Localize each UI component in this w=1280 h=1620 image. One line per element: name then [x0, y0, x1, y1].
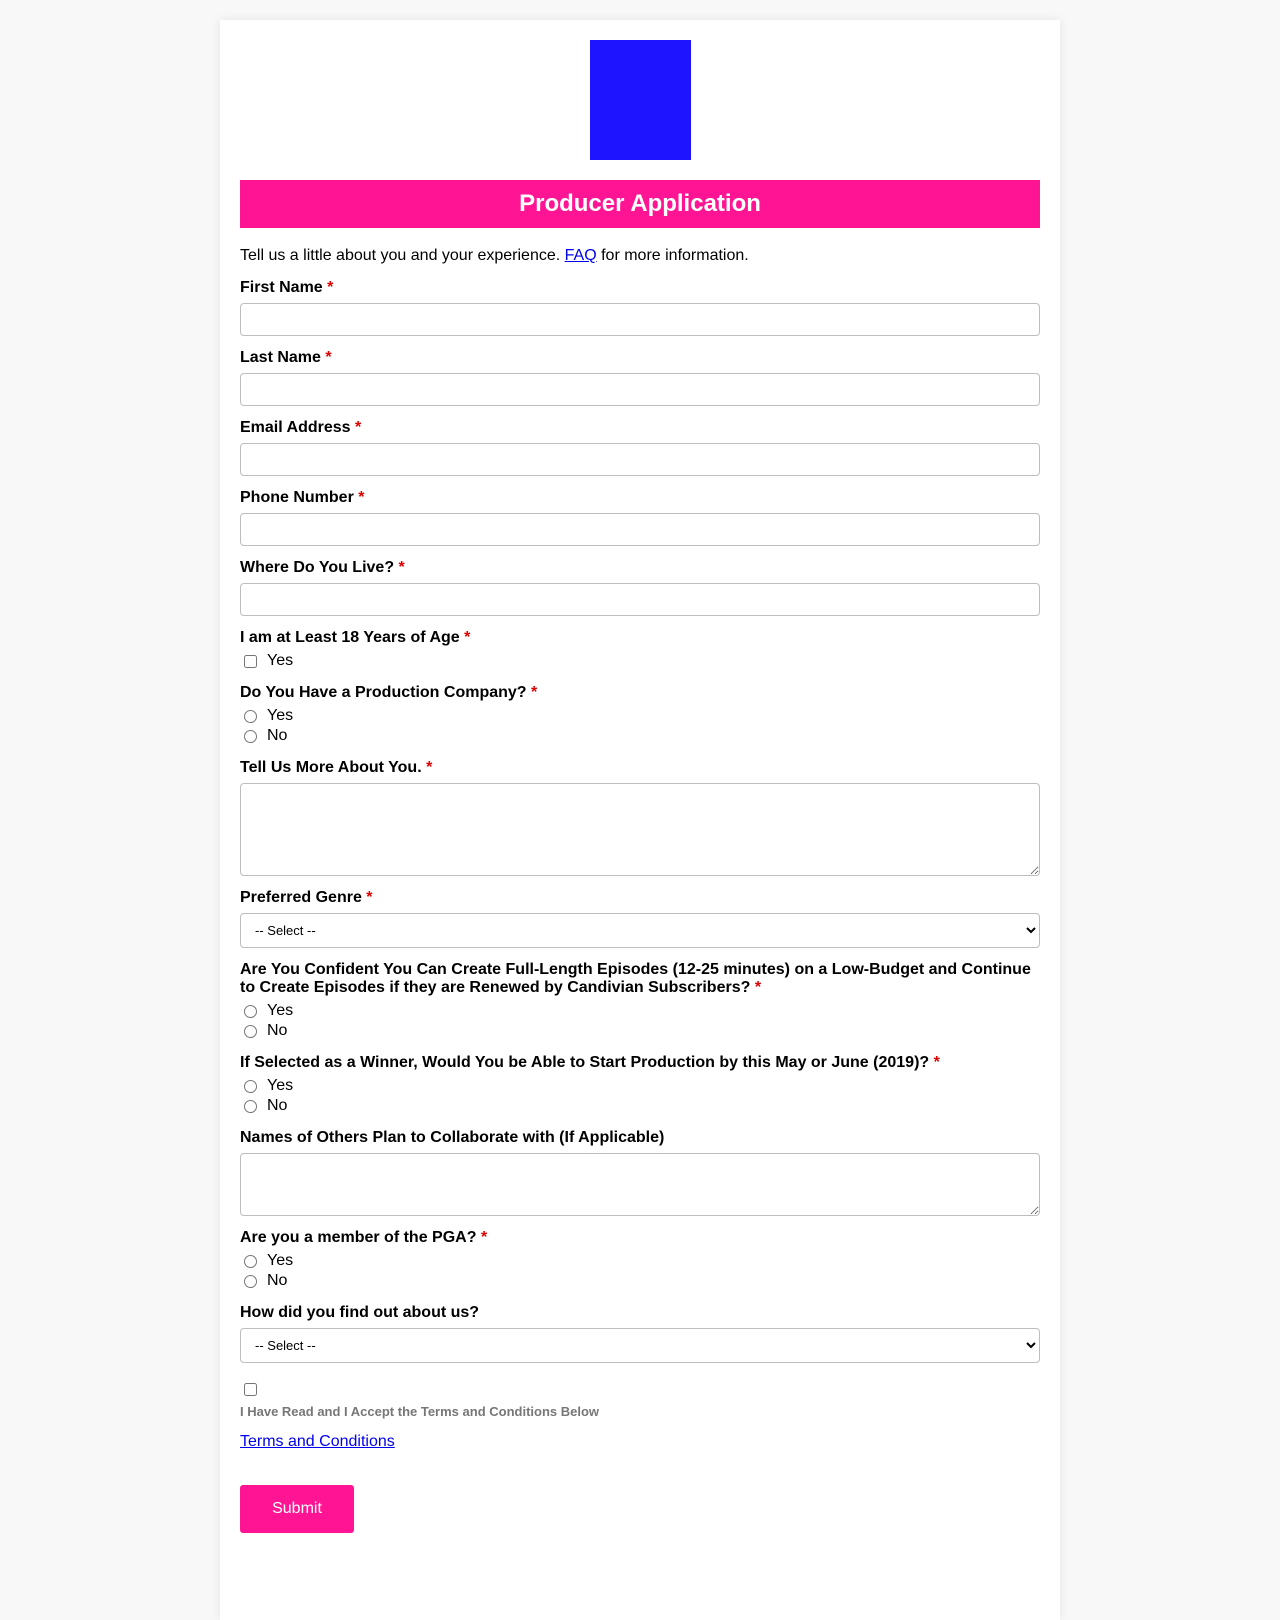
- company-no-radio[interactable]: [244, 729, 257, 743]
- pga-yes-radio[interactable]: [244, 1254, 257, 1268]
- submit-button[interactable]: Submit: [240, 1485, 354, 1533]
- confident-no-radio[interactable]: [244, 1024, 257, 1038]
- email-input[interactable]: [240, 443, 1040, 476]
- about-field: Tell Us More About You. *: [240, 759, 1040, 876]
- collab-label: Names of Others Plan to Collaborate with…: [240, 1129, 665, 1146]
- form-title: Producer Application: [519, 190, 761, 217]
- required-marker: *: [355, 419, 362, 436]
- application-card: Producer Application Tell us a little ab…: [220, 20, 1060, 1620]
- terms-accept-field: I Have Read and I Accept the Terms and C…: [240, 1383, 1040, 1419]
- referral-select[interactable]: -- Select --: [240, 1328, 1040, 1363]
- location-input[interactable]: [240, 583, 1040, 616]
- winner-yes-radio[interactable]: [244, 1079, 257, 1093]
- phone-field: Phone Number *: [240, 489, 1040, 546]
- last-name-field: Last Name *: [240, 349, 1040, 406]
- confident-no-option[interactable]: No: [240, 1021, 1040, 1041]
- pga-no-option[interactable]: No: [240, 1271, 1040, 1291]
- pga-label: Are you a member of the PGA? *: [240, 1229, 488, 1246]
- last-name-label: Last Name *: [240, 349, 332, 366]
- required-marker: *: [933, 1054, 940, 1071]
- terms-accept-label: I Have Read and I Accept the Terms and C…: [240, 1404, 600, 1419]
- required-marker: *: [464, 629, 471, 646]
- intro-before: Tell us a little about you and your expe…: [240, 247, 565, 264]
- genre-label: Preferred Genre *: [240, 889, 373, 906]
- required-marker: *: [358, 489, 365, 506]
- pga-yes-option[interactable]: Yes: [240, 1251, 1040, 1271]
- winner-no-option[interactable]: No: [240, 1096, 1040, 1116]
- winner-label: If Selected as a Winner, Would You be Ab…: [240, 1054, 940, 1071]
- about-label: Tell Us More About You. *: [240, 759, 433, 776]
- terms-accept-checkbox[interactable]: [244, 1383, 257, 1396]
- age-yes-checkbox[interactable]: [244, 654, 257, 668]
- about-textarea[interactable]: [240, 783, 1040, 876]
- email-field: Email Address *: [240, 419, 1040, 476]
- pga-no-radio[interactable]: [244, 1274, 257, 1288]
- company-yes-option[interactable]: Yes: [240, 706, 1040, 726]
- terms-link[interactable]: Terms and Conditions: [240, 1433, 395, 1451]
- confident-yes-option[interactable]: Yes: [240, 1001, 1040, 1021]
- first-name-field: First Name *: [240, 279, 1040, 336]
- required-marker: *: [754, 979, 762, 996]
- required-marker: *: [398, 559, 405, 576]
- faq-link[interactable]: FAQ: [565, 247, 597, 264]
- email-label: Email Address *: [240, 419, 362, 436]
- phone-label: Phone Number *: [240, 489, 365, 506]
- last-name-input[interactable]: [240, 373, 1040, 406]
- first-name-label: First Name *: [240, 279, 334, 296]
- first-name-input[interactable]: [240, 303, 1040, 336]
- intro-after: for more information.: [596, 247, 749, 264]
- collab-textarea[interactable]: [240, 1153, 1040, 1216]
- form-title-banner: Producer Application: [240, 180, 1040, 228]
- company-yes-radio[interactable]: [244, 709, 257, 723]
- company-no-option[interactable]: No: [240, 726, 1040, 746]
- logo: [589, 40, 691, 160]
- phone-input[interactable]: [240, 513, 1040, 546]
- required-marker: *: [327, 279, 334, 296]
- genre-field: Preferred Genre * -- Select --: [240, 889, 1040, 948]
- required-marker: *: [366, 889, 373, 906]
- pga-field: Are you a member of the PGA? * Yes No: [240, 1229, 1040, 1291]
- winner-yes-option[interactable]: Yes: [240, 1076, 1040, 1096]
- age-label: I am at Least 18 Years of Age *: [240, 629, 471, 646]
- genre-select[interactable]: -- Select --: [240, 913, 1040, 948]
- required-marker: *: [325, 349, 332, 366]
- winner-no-radio[interactable]: [244, 1099, 257, 1113]
- winner-field: If Selected as a Winner, Would You be Ab…: [240, 1054, 1040, 1116]
- referral-field: How did you find out about us? -- Select…: [240, 1304, 1040, 1363]
- age-field: I am at Least 18 Years of Age * Yes: [240, 629, 1040, 671]
- confident-yes-radio[interactable]: [244, 1004, 257, 1018]
- confident-field: Are You Confident You Can Create Full-Le…: [240, 961, 1040, 1041]
- company-field: Do You Have a Production Company? * Yes …: [240, 684, 1040, 746]
- company-label: Do You Have a Production Company? *: [240, 684, 538, 701]
- required-marker: *: [531, 684, 538, 701]
- location-label: Where Do You Live? *: [240, 559, 405, 576]
- referral-label: How did you find out about us?: [240, 1304, 480, 1321]
- required-marker: *: [426, 759, 433, 776]
- intro-text: Tell us a little about you and your expe…: [240, 246, 1040, 266]
- age-yes-option[interactable]: Yes: [240, 651, 1040, 671]
- required-marker: *: [480, 1229, 488, 1246]
- location-field: Where Do You Live? *: [240, 559, 1040, 616]
- collab-field: Names of Others Plan to Collaborate with…: [240, 1129, 1040, 1216]
- confident-label: Are You Confident You Can Create Full-Le…: [240, 961, 1031, 996]
